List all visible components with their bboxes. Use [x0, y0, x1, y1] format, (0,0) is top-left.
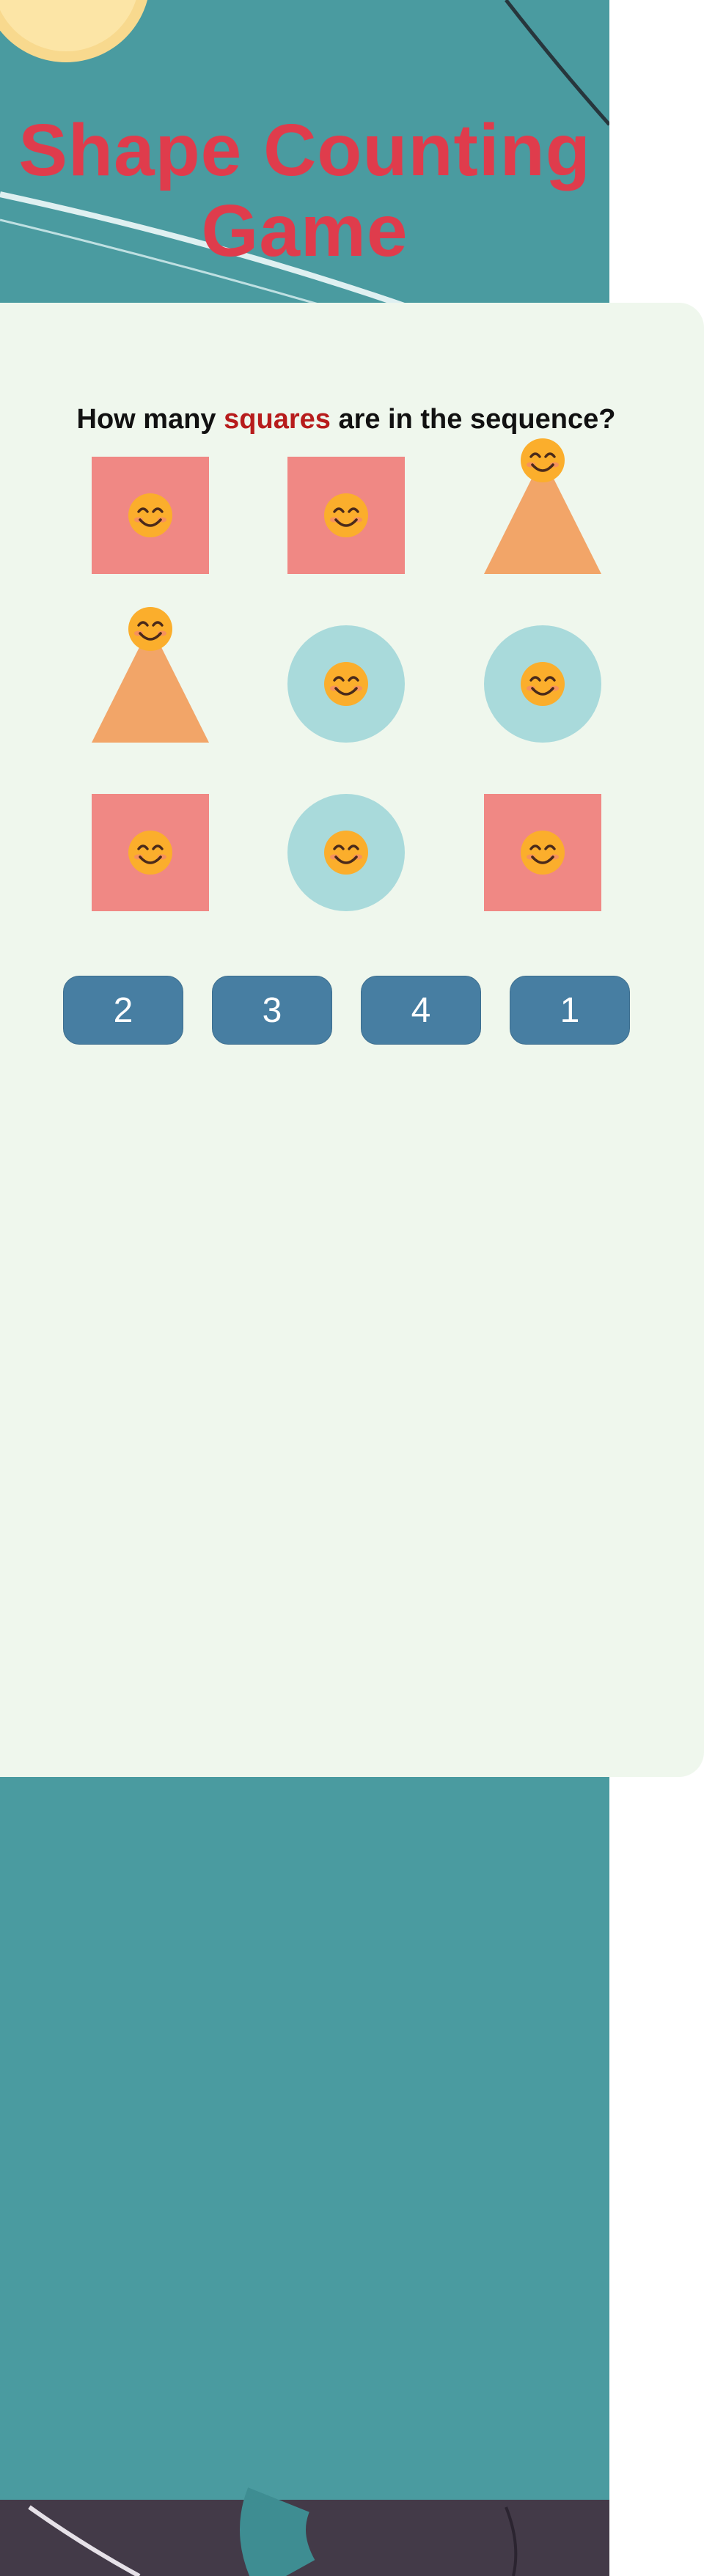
shape-cell-circle: [484, 625, 601, 743]
smiling-face-icon: [324, 662, 368, 706]
question-suffix: are in the sequence?: [330, 404, 616, 435]
smiling-face-icon: [128, 607, 172, 651]
smiling-face-icon: [521, 662, 565, 706]
question-text: How many squares are in the sequence?: [0, 404, 692, 435]
answer-button-3[interactable]: 3: [212, 976, 332, 1045]
smiling-face-icon: [521, 438, 565, 482]
answer-button-4[interactable]: 4: [361, 976, 481, 1045]
shape-cell-square: [92, 457, 209, 574]
answer-button-2[interactable]: 2: [63, 976, 183, 1045]
shape-cell-square: [484, 794, 601, 911]
answer-options: 2341: [0, 976, 704, 1046]
shape-cell-triangle: [92, 607, 209, 743]
branch-line: [505, 0, 609, 126]
smiling-face-icon: [128, 493, 172, 537]
game-panel: How many squares are in the sequence? 23…: [0, 303, 704, 1777]
smiling-face-icon: [324, 493, 368, 537]
smiling-face-icon: [521, 831, 565, 875]
question-prefix: How many: [76, 404, 224, 435]
shape-cell-square: [92, 794, 209, 911]
smiling-face-icon: [128, 831, 172, 875]
game-title: Shape Counting Game: [18, 109, 591, 272]
answer-button-1[interactable]: 1: [510, 976, 630, 1045]
shape-cell-circle: [287, 625, 405, 743]
shape-cell-square: [287, 457, 405, 574]
shape-cell-circle: [287, 794, 405, 911]
question-target-word: squares: [224, 404, 331, 435]
smiling-face-icon: [324, 831, 368, 875]
shape-cell-triangle: [484, 438, 601, 574]
